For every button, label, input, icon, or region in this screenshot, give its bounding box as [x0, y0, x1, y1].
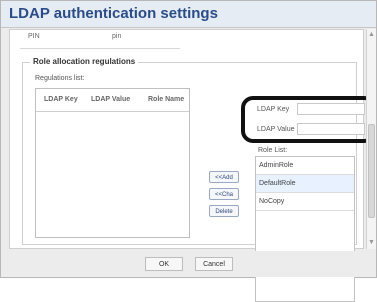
ldap-auth-dialog: LDAP authentication settings PIN pin Rol… — [0, 0, 377, 302]
role-allocation-title: Role allocation regulations — [30, 57, 139, 66]
dialog-footer: OK Cancel — [1, 251, 376, 277]
regulations-list-label: Regulations list: — [35, 75, 85, 82]
regulations-table-header: LDAP Key LDAP Value Role Name — [36, 89, 189, 112]
ldap-fields-highlight — [241, 96, 376, 143]
chevron-down-icon[interactable]: ▼ — [368, 239, 375, 247]
role-item-nocopy[interactable]: NoCopy — [256, 193, 354, 211]
role-item-admin[interactable]: AdminRole — [256, 157, 354, 175]
role-list-label: Role List: — [258, 147, 288, 154]
delete-button[interactable]: Delete — [209, 205, 239, 217]
role-list[interactable]: AdminRole DefaultRole NoCopy — [255, 156, 355, 302]
cancel-button[interactable]: Cancel — [195, 257, 233, 271]
add-button[interactable]: <<Add — [209, 171, 239, 183]
dialog-title: LDAP authentication settings — [9, 5, 218, 22]
ok-button[interactable]: OK — [145, 257, 183, 271]
header-ldap-value: LDAP Value — [91, 96, 131, 103]
vertical-scrollbar[interactable]: ▲ ▼ — [366, 29, 376, 249]
scroll-thumb[interactable] — [368, 124, 375, 218]
header-role-name: Role Name — [148, 96, 185, 103]
pin-row: PIN pin — [20, 30, 180, 49]
pin-value: pin — [112, 33, 122, 40]
change-button[interactable]: <<Cha — [209, 188, 239, 200]
header-ldap-key: LDAP Key — [44, 96, 78, 103]
titlebar: LDAP authentication settings — [1, 1, 376, 28]
role-item-default[interactable]: DefaultRole — [256, 175, 354, 193]
content-panel: PIN pin Role allocation regulations Regu… — [9, 29, 376, 302]
regulations-table[interactable]: LDAP Key LDAP Value Role Name — [35, 88, 190, 238]
chevron-up-icon[interactable]: ▲ — [368, 31, 375, 39]
pin-label: PIN — [28, 33, 40, 40]
role-allocation-group: Role allocation regulations Regulations … — [22, 57, 376, 302]
